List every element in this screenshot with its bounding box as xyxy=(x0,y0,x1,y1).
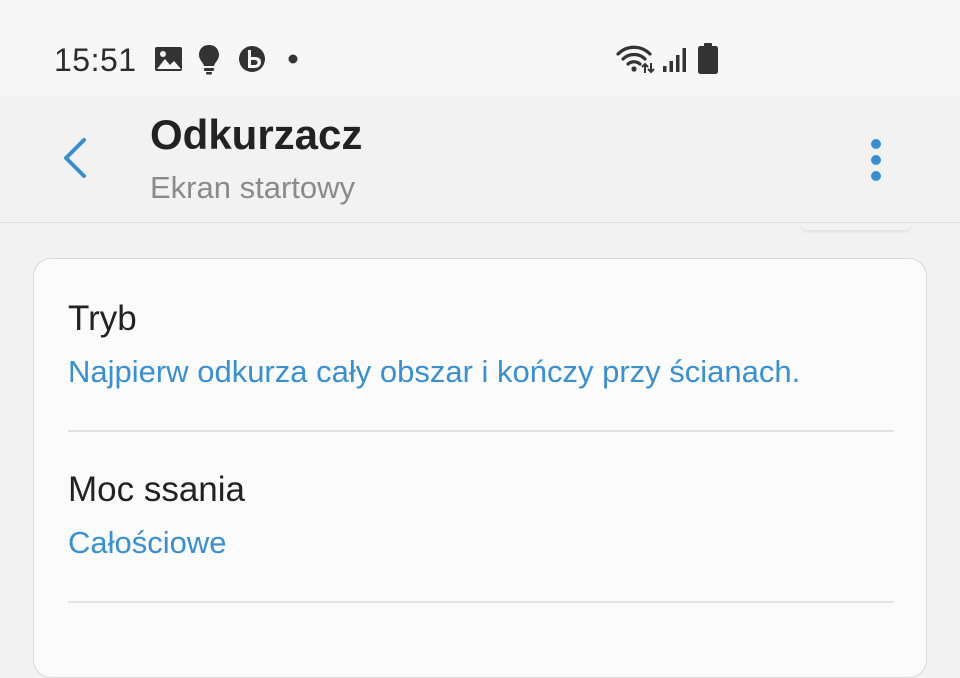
dot-icon xyxy=(286,42,300,76)
app-bar: Odkurzacz Ekran startowy xyxy=(0,96,960,223)
bixby-icon xyxy=(237,42,269,76)
setting-label: Moc ssania xyxy=(68,470,246,509)
more-options-button[interactable] xyxy=(852,132,900,188)
settings-card: Tryb Najpierw odkurza cały obszar i końc… xyxy=(33,258,927,678)
setting-value: Całościowe xyxy=(68,525,227,560)
divider xyxy=(68,601,894,603)
gallery-icon xyxy=(153,42,185,76)
status-time: 15:51 xyxy=(54,42,137,78)
page-subtitle: Ekran startowy xyxy=(150,170,356,205)
wifi-icon xyxy=(614,42,656,76)
battery-icon xyxy=(696,42,720,76)
back-button[interactable] xyxy=(48,130,104,186)
setting-value: Najpierw odkurza cały obszar i kończy pr… xyxy=(68,354,801,389)
setting-item-tryb[interactable]: Tryb Najpierw odkurza cały obszar i końc… xyxy=(34,259,928,431)
setting-label: Tryb xyxy=(68,299,137,338)
setting-item-moc-ssania[interactable]: Moc ssania Całościowe xyxy=(34,432,928,602)
bulb-icon xyxy=(196,42,222,76)
status-bar: 15:51 xyxy=(0,0,960,96)
overflow-menu-edge xyxy=(800,222,912,230)
signal-icon xyxy=(660,42,690,76)
more-vertical-icon xyxy=(852,139,900,192)
chevron-left-icon xyxy=(48,138,104,190)
page-title: Odkurzacz xyxy=(150,111,363,158)
